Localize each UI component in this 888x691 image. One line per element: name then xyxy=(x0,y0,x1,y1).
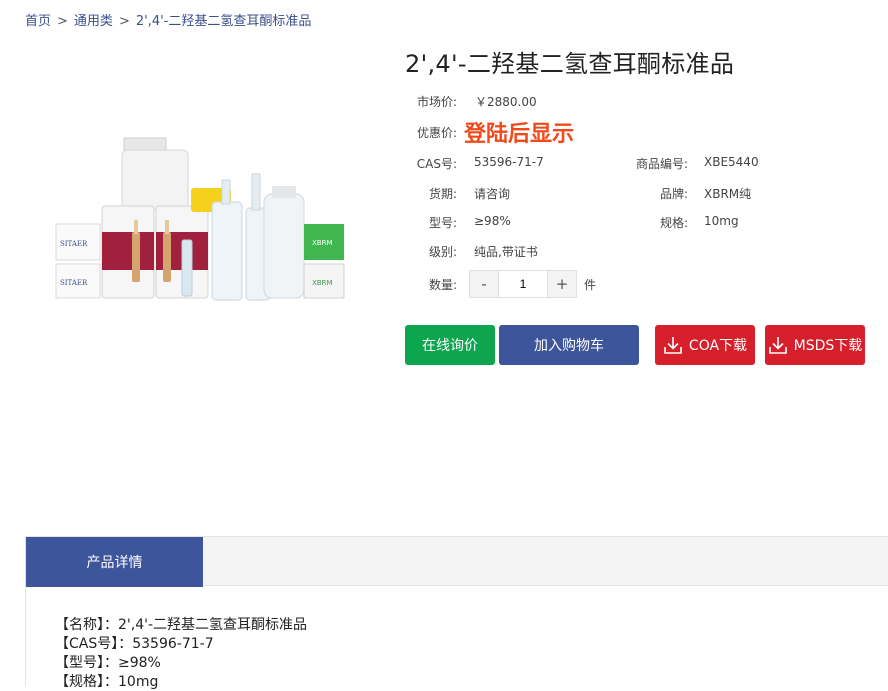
msds-download-label: MSDS下载 xyxy=(793,338,863,354)
coa-download-button[interactable]: COA下载 xyxy=(655,325,755,365)
detail-line-cas: 【CAS号】：53596-71-7 xyxy=(55,636,214,652)
model-label: 型号: xyxy=(428,216,457,230)
add-to-cart-button[interactable]: 加入购物车 xyxy=(499,325,639,365)
market-price-value: ￥2880.00 xyxy=(475,95,537,109)
quantity-stepper: - + xyxy=(469,270,577,298)
cas-value: 53596-71-7 xyxy=(474,155,544,169)
product-title: 2',4'-二羟基二氢查耳酮标准品 xyxy=(405,50,735,78)
coa-download-label: COA下载 xyxy=(688,338,748,354)
tab-product-details-label: 产品详情 xyxy=(86,555,143,571)
quantity-label: 数量: xyxy=(428,278,457,292)
detail-line-spec: 【规格】：10mg xyxy=(55,674,159,690)
sitaer-logo-2: SITAER xyxy=(60,279,88,287)
spec-value: 10mg xyxy=(704,214,739,228)
delivery-label: 货期: xyxy=(428,187,457,201)
quantity-input[interactable] xyxy=(499,270,547,298)
model-value: ≥98% xyxy=(474,214,511,228)
online-inquiry-label: 在线询价 xyxy=(422,338,478,354)
download-icon xyxy=(768,337,787,354)
product-code-value: XBE5440 xyxy=(704,155,759,169)
promo-price-login-text[interactable]: 登陆后显示 xyxy=(464,116,574,148)
market-price-label: 市场价: xyxy=(416,95,457,109)
add-to-cart-label: 加入购物车 xyxy=(534,338,604,354)
breadcrumb-current-link[interactable]: 2',4'-二羟基二氢查耳酮标准品 xyxy=(136,14,312,29)
brand-value: XBRM纯 xyxy=(704,187,752,201)
detail-line-name: 【名称】：2',4'-二羟基二氢查耳酮标准品 xyxy=(55,617,308,633)
cas-label: CAS号: xyxy=(416,157,457,171)
detail-line-model: 【型号】：≥98% xyxy=(55,655,161,671)
tab-product-details[interactable]: 产品详情 xyxy=(26,537,203,587)
quantity-decrease-button[interactable]: - xyxy=(469,270,499,298)
breadcrumb-separator: > xyxy=(118,14,130,29)
breadcrumb-home-link[interactable]: 首页 xyxy=(25,14,51,29)
online-inquiry-button[interactable]: 在线询价 xyxy=(405,325,495,365)
promo-price-label: 优惠价: xyxy=(416,126,457,140)
breadcrumb-category-link[interactable]: 通用类 xyxy=(74,14,113,29)
download-icon xyxy=(664,337,682,354)
xbrm-logo-2: XBRM xyxy=(312,279,333,287)
xbrm-logo-1: XBRM xyxy=(312,239,333,247)
product-code-label: 商品编号: xyxy=(635,157,688,171)
grade-value: 纯品,带证书 xyxy=(474,245,538,259)
msds-download-button[interactable]: MSDS下载 xyxy=(765,325,865,365)
delivery-value: 请咨询 xyxy=(474,187,511,201)
spec-label: 规格: xyxy=(659,216,688,230)
product-image: SITAER SITAER XBRM XBRM xyxy=(50,128,350,308)
brand-label: 品牌: xyxy=(659,187,688,201)
sitaer-logo-1: SITAER xyxy=(60,240,88,248)
breadcrumb: 首页 > 通用类 >2',4'-二羟基二氢查耳酮标准品 xyxy=(25,10,311,29)
breadcrumb-separator: > xyxy=(57,14,68,29)
quantity-increase-button[interactable]: + xyxy=(547,270,577,298)
quantity-unit: 件 xyxy=(584,278,597,292)
grade-label: 级别: xyxy=(428,245,457,259)
